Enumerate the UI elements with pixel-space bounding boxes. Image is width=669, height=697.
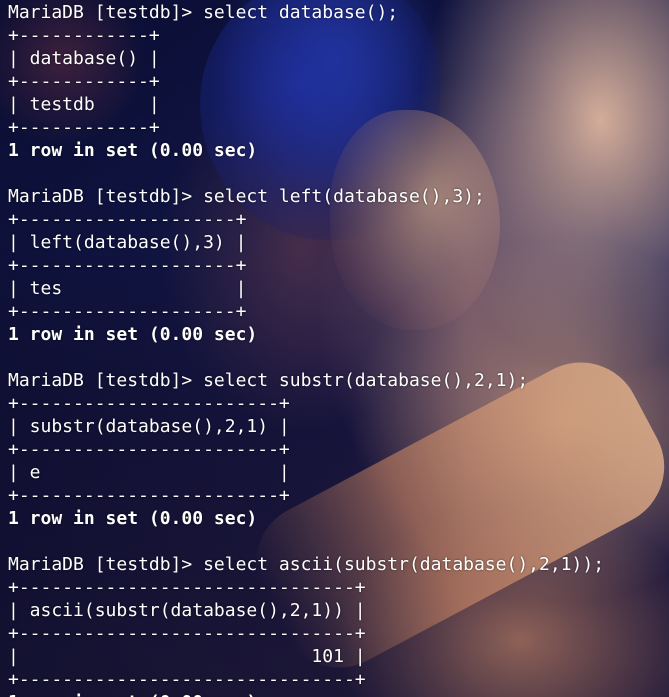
table-border-line: +--------------------+ xyxy=(8,301,247,322)
sql-prompt-line: MariaDB [testdb]> select ascii(substr(da… xyxy=(8,554,605,575)
terminal-output[interactable]: MariaDB [testdb]> select database(); +---… xyxy=(8,1,604,697)
result-summary-line: 1 row in set (0.00 sec) xyxy=(8,324,258,345)
sql-prompt-line: MariaDB [testdb]> select left(database()… xyxy=(8,186,485,207)
table-row-line: | testdb | xyxy=(8,94,160,115)
result-summary-line: 1 row in set (0.00 sec) xyxy=(8,508,258,529)
table-border-line: +------------+ xyxy=(8,71,160,92)
table-border-line: +-------------------------------+ xyxy=(8,623,366,644)
table-border-line: +------------------------+ xyxy=(8,485,290,506)
sql-prompt-line: MariaDB [testdb]> select substr(database… xyxy=(8,370,529,391)
table-border-line: +--------------------+ xyxy=(8,209,247,230)
table-header-line: | database() | xyxy=(8,48,160,69)
table-border-line: +------------+ xyxy=(8,25,160,46)
terminal-window[interactable]: MariaDB [testdb]> select database(); +---… xyxy=(0,0,669,697)
result-summary-line: 1 row in set (0.00 sec) xyxy=(8,691,604,697)
sql-prompt-line: MariaDB [testdb]> select database(); xyxy=(8,2,399,23)
table-border-line: +-------------------------------+ xyxy=(8,577,366,598)
table-border-line: +------------+ xyxy=(8,117,160,138)
table-row-line: | e | xyxy=(8,462,290,483)
table-header-line: | ascii(substr(database(),2,1)) | xyxy=(8,600,366,621)
table-border-line: +--------------------+ xyxy=(8,255,247,276)
table-border-line: +------------------------+ xyxy=(8,393,290,414)
table-border-line: +------------------------+ xyxy=(8,439,290,460)
table-header-line: | substr(database(),2,1) | xyxy=(8,416,290,437)
result-summary-line: 1 row in set (0.00 sec) xyxy=(8,140,258,161)
table-row-line: | 101 | xyxy=(8,646,366,667)
table-header-line: | left(database(),3) | xyxy=(8,232,247,253)
table-border-line: +-------------------------------+ xyxy=(8,669,366,690)
table-row-line: | tes | xyxy=(8,278,247,299)
